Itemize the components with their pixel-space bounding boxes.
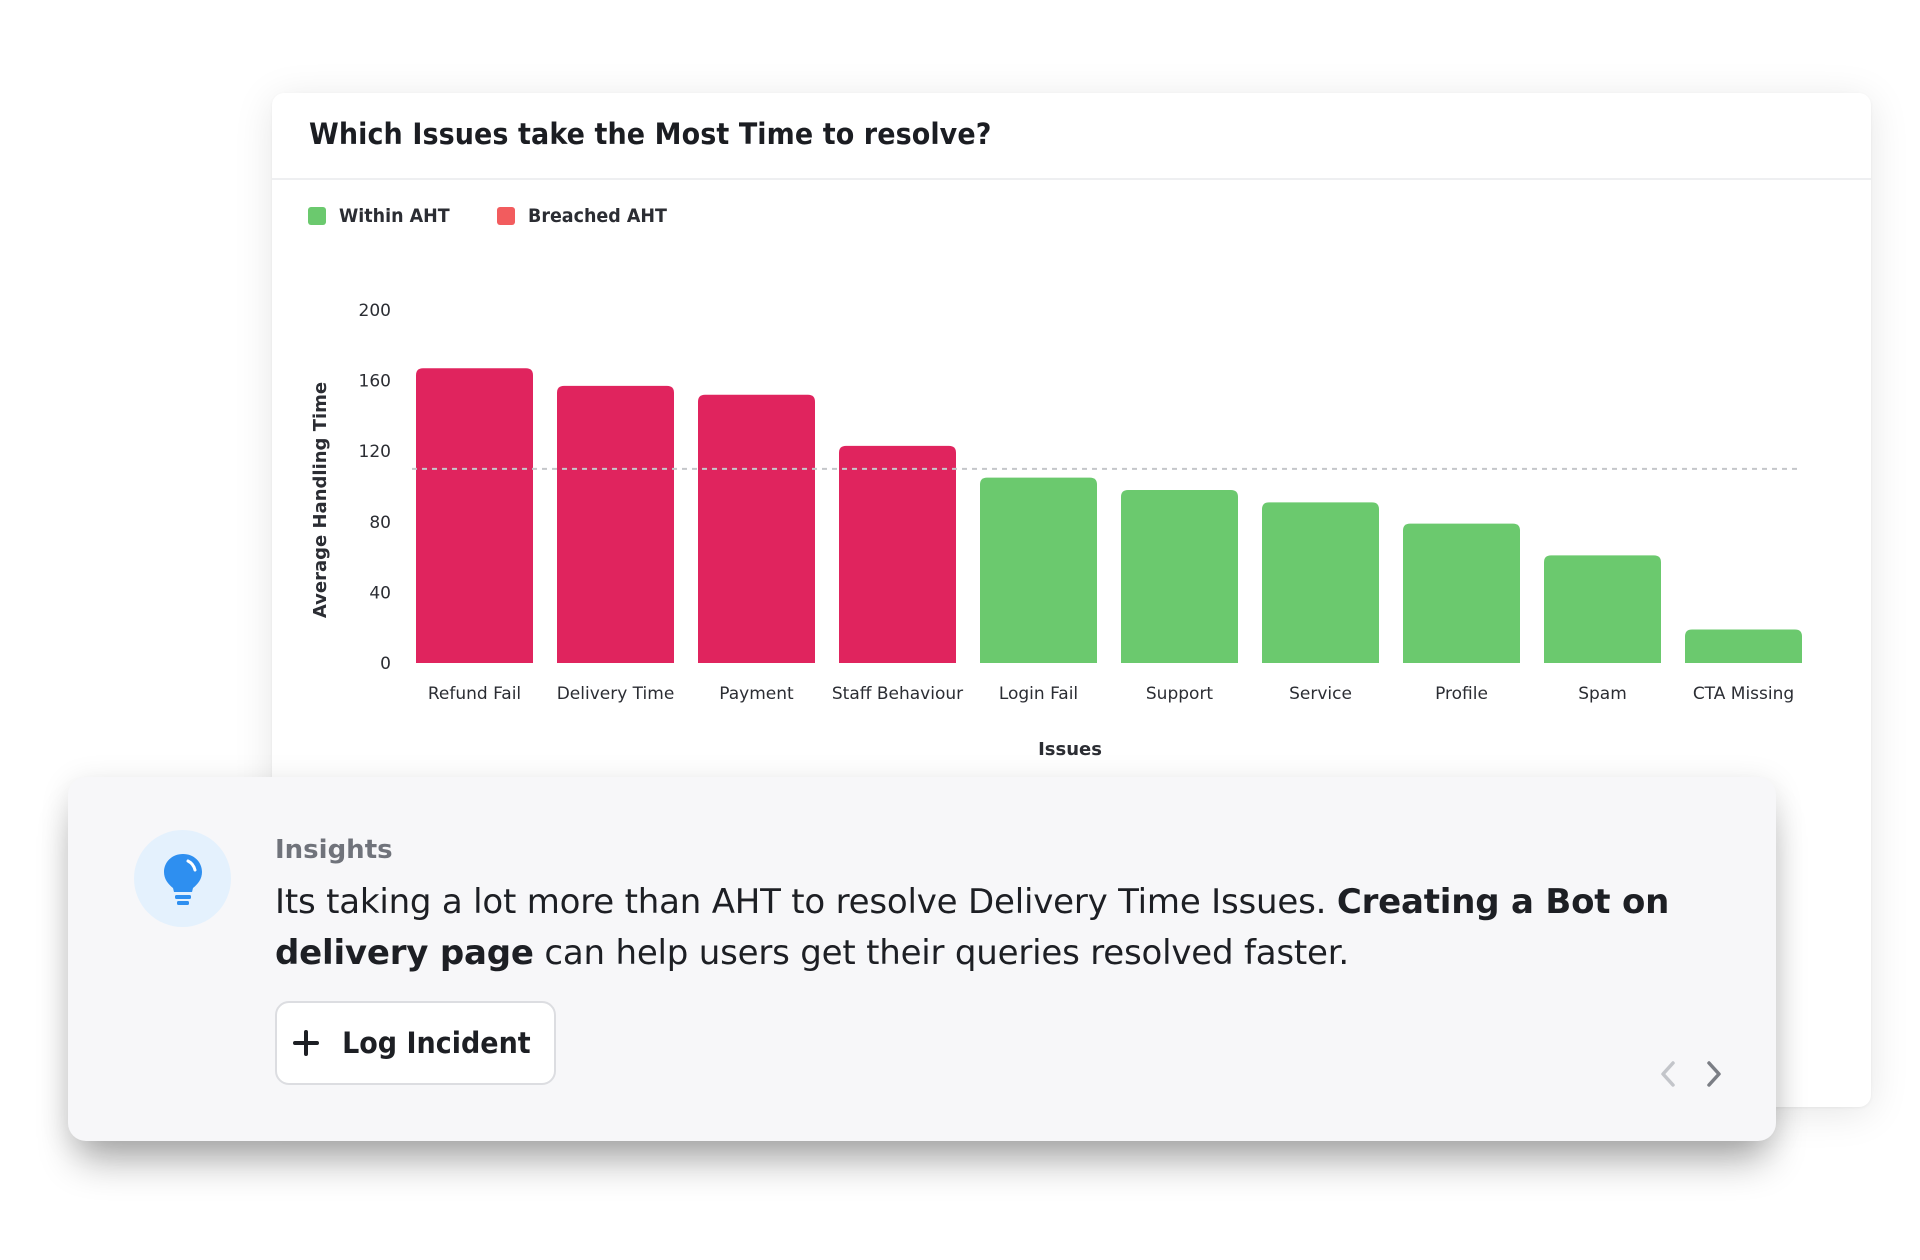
legend-label: Within AHT <box>339 205 450 227</box>
legend-label: Breached AHT <box>528 205 668 227</box>
legend-item-breached-aht[interactable]: Breached AHT <box>497 205 679 227</box>
lightbulb-icon <box>163 853 202 905</box>
bar-payment[interactable] <box>698 394 815 663</box>
bar-delivery-time[interactable] <box>557 385 674 663</box>
insight-panel: Insights Its taking a lot more than AHT … <box>68 777 1776 1141</box>
legend-item-within-aht[interactable]: Within AHT <box>308 205 459 227</box>
bar-login-fail[interactable] <box>980 477 1097 663</box>
bar-spam[interactable] <box>1544 555 1661 663</box>
bar-profile[interactable] <box>1403 523 1520 663</box>
bar-service[interactable] <box>1262 502 1379 663</box>
chart-legend: Within AHT Breached AHT <box>308 205 717 227</box>
plus-icon <box>293 1030 320 1056</box>
chart-title: Which Issues take the Most Time to resol… <box>309 117 992 151</box>
next-insight-button[interactable] <box>1699 1059 1729 1089</box>
legend-swatch-within-aht <box>308 207 326 225</box>
chevron-right-icon <box>1707 1061 1721 1087</box>
bar-staff-behaviour[interactable] <box>839 445 956 663</box>
bar-refund-fail[interactable] <box>416 368 533 663</box>
insight-text: Its taking a lot more than AHT to resolv… <box>275 877 1695 979</box>
log-incident-label: Log Incident <box>342 1026 531 1060</box>
chevron-left-icon <box>1661 1061 1675 1087</box>
bar-cta-missing[interactable] <box>1685 629 1802 663</box>
insight-text-part1: Its taking a lot more than AHT to resolv… <box>275 882 1337 922</box>
card-header: Which Issues take the Most Time to resol… <box>272 93 1871 180</box>
insight-heading: Insights <box>275 835 393 865</box>
previous-insight-button[interactable] <box>1653 1059 1683 1089</box>
insight-icon-badge <box>134 830 231 927</box>
insight-text-part2: can help users get their queries resolve… <box>533 933 1350 973</box>
log-incident-button[interactable]: Log Incident <box>275 1001 556 1085</box>
bar-support[interactable] <box>1121 490 1238 663</box>
legend-swatch-breached-aht <box>497 207 516 225</box>
